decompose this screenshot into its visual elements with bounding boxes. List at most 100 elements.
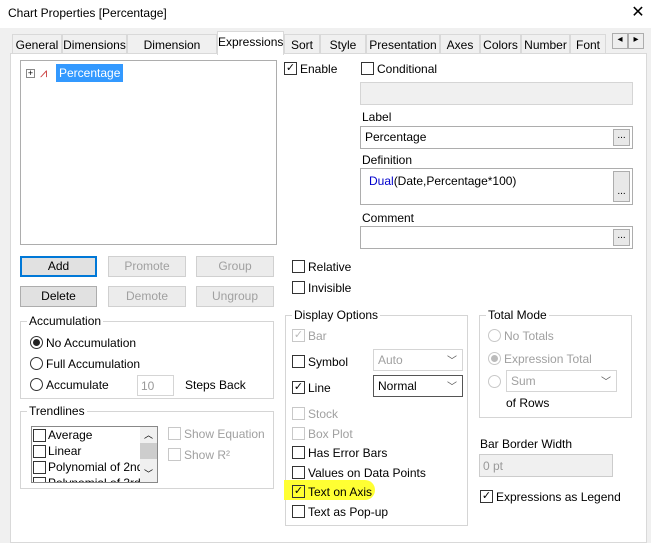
- definition-input[interactable]: Dual(Date,Percentage*100) ...: [360, 168, 633, 205]
- show-equation-checkbox[interactable]: [168, 427, 181, 440]
- tab-dimension-limits[interactable]: Dimension Limits: [127, 34, 217, 66]
- tab-scroll-left[interactable]: ◂: [612, 33, 628, 49]
- trendline-checkbox[interactable]: [33, 461, 46, 475]
- error-bars-checkbox[interactable]: [292, 446, 305, 459]
- chevron-down-icon: ﹀: [601, 377, 611, 388]
- line-dropdown[interactable]: Normal ﹀: [373, 375, 463, 397]
- sum-dropdown[interactable]: Sum ﹀: [506, 370, 617, 392]
- definition-function: Dual: [369, 174, 394, 188]
- enable-label: Enable: [300, 62, 338, 76]
- accumulate-radio[interactable]: [30, 378, 43, 391]
- bar-border-width-stepper[interactable]: 0 pt: [479, 454, 613, 477]
- error-bars-label: Has Error Bars: [308, 446, 388, 460]
- no-totals-radio[interactable]: [488, 329, 501, 342]
- box-plot-checkbox[interactable]: [292, 427, 305, 440]
- show-r2-label: Show R²: [184, 448, 231, 462]
- symbol-dropdown[interactable]: Auto ﹀: [373, 349, 463, 371]
- comment-caption: Comment: [362, 211, 415, 225]
- values-on-points-label: Values on Data Points: [308, 466, 426, 480]
- text-popup-checkbox[interactable]: [292, 505, 305, 518]
- relative-checkbox[interactable]: [292, 260, 305, 273]
- promote-button[interactable]: Promote: [108, 256, 186, 277]
- tab-number[interactable]: Number: [521, 34, 570, 54]
- trendline-checkbox[interactable]: [33, 477, 46, 482]
- demote-button[interactable]: Demote: [108, 286, 186, 307]
- invisible-checkbox[interactable]: [292, 281, 305, 294]
- label-input[interactable]: Percentage ...: [360, 126, 633, 149]
- expression-total-radio[interactable]: [488, 352, 501, 365]
- line-checkbox[interactable]: ✓: [292, 381, 305, 394]
- scrollbar-thumb[interactable]: [140, 443, 157, 459]
- bar-label: Bar: [308, 329, 327, 343]
- bar-border-value: 0 pt: [483, 459, 504, 473]
- conditional-input[interactable]: [360, 82, 633, 105]
- trendline-item[interactable]: Average: [33, 428, 92, 444]
- delete-button[interactable]: Delete: [20, 286, 97, 307]
- tab-sort[interactable]: Sort: [284, 34, 320, 54]
- trendlines-scrollbar[interactable]: ︿ ﹀: [140, 427, 157, 482]
- no-accumulation-radio[interactable]: [30, 336, 43, 349]
- trendline-label: Polynomial of 2nd d: [48, 460, 154, 474]
- trendline-label: Average: [48, 428, 93, 442]
- tab-colors[interactable]: Colors: [480, 34, 521, 54]
- no-totals-label: No Totals: [504, 329, 554, 343]
- trendline-checkbox[interactable]: [33, 429, 46, 443]
- label-value: Percentage: [365, 130, 427, 144]
- symbol-label: Symbol: [308, 355, 349, 369]
- show-r2-checkbox[interactable]: [168, 448, 181, 461]
- close-button[interactable]: ✕: [628, 2, 648, 22]
- scroll-down-icon[interactable]: ﹀: [140, 467, 157, 480]
- bar-border-width-label: Bar Border Width: [480, 437, 573, 451]
- steps-back-stepper[interactable]: 10: [137, 375, 174, 396]
- tab-expressions[interactable]: Expressions: [217, 31, 284, 55]
- ungroup-button[interactable]: Ungroup: [196, 286, 274, 307]
- tab-scroll-right[interactable]: ▸: [628, 33, 644, 49]
- display-options-title: Display Options: [292, 308, 381, 322]
- invisible-label: Invisible: [308, 281, 352, 295]
- conditional-checkbox[interactable]: [361, 62, 374, 75]
- sum-value: Sum: [511, 374, 536, 388]
- trendlines-group: Trendlines Average Linear Polynomial of 2n…: [20, 404, 274, 489]
- trendline-item[interactable]: Polynomial of 2nd d: [33, 460, 153, 476]
- accumulate-label: Accumulate: [46, 378, 109, 392]
- label-ellipsis-button[interactable]: ...: [613, 129, 630, 146]
- tab-style[interactable]: Style: [320, 34, 366, 54]
- expand-icon[interactable]: +: [26, 69, 35, 78]
- symbol-checkbox[interactable]: [292, 355, 305, 368]
- bar-checkbox[interactable]: ✓: [292, 329, 305, 342]
- stock-checkbox[interactable]: [292, 407, 305, 420]
- label-caption: Label: [362, 110, 392, 124]
- trendline-item[interactable]: Linear: [33, 444, 81, 460]
- comment-ellipsis-button[interactable]: ...: [613, 229, 630, 246]
- scroll-up-icon[interactable]: ︿: [140, 428, 157, 441]
- comment-input[interactable]: ...: [360, 226, 633, 249]
- trendlines-list[interactable]: Average Linear Polynomial of 2nd d Polynomi…: [31, 426, 158, 483]
- tab-dimensions[interactable]: Dimensions: [62, 34, 127, 54]
- total-mode-group: Total Mode No Totals Expression Total Su…: [479, 308, 632, 418]
- enable-checkbox[interactable]: ✓: [284, 62, 297, 75]
- tab-font[interactable]: Font: [570, 34, 606, 54]
- trendline-label: Polynomial of 3rd d: [48, 476, 151, 483]
- tree-item-percentage[interactable]: Percentage: [56, 64, 124, 82]
- line-value: Normal: [378, 379, 417, 393]
- sum-radio[interactable]: [488, 375, 501, 388]
- steps-back-label: Steps Back: [185, 378, 246, 392]
- text-on-axis-checkbox[interactable]: ✓: [292, 485, 305, 498]
- no-accumulation-label: No Accumulation: [46, 336, 137, 350]
- definition-ellipsis-button[interactable]: ...: [613, 171, 630, 202]
- trendline-checkbox[interactable]: [33, 445, 46, 459]
- definition-args: (Date,Percentage*100): [393, 174, 517, 188]
- line-label: Line: [308, 381, 331, 395]
- add-button[interactable]: Add: [20, 256, 97, 277]
- values-on-points-checkbox[interactable]: [292, 466, 305, 479]
- expression-tree[interactable]: + ⩘ Percentage: [20, 60, 277, 245]
- tab-axes[interactable]: Axes: [440, 34, 480, 54]
- group-button[interactable]: Group: [196, 256, 274, 277]
- show-equation-label: Show Equation: [184, 427, 265, 441]
- full-accumulation-radio[interactable]: [30, 357, 43, 370]
- tab-presentation[interactable]: Presentation: [366, 34, 440, 54]
- steps-value: 10: [141, 379, 155, 393]
- expressions-legend-checkbox[interactable]: ✓: [480, 490, 493, 503]
- trendline-item[interactable]: Polynomial of 3rd d: [33, 476, 151, 483]
- tab-general[interactable]: General: [12, 34, 62, 54]
